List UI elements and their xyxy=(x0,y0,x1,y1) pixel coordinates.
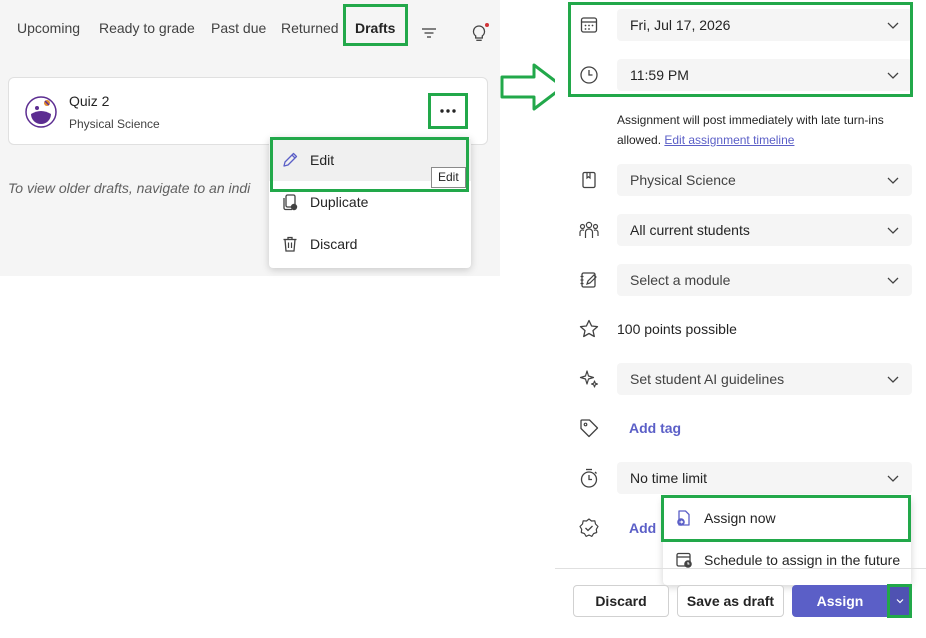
tab-upcoming[interactable]: Upcoming xyxy=(17,20,80,36)
lightbulb-icon xyxy=(472,23,489,41)
timer-icon xyxy=(577,466,601,490)
filter-button[interactable] xyxy=(418,22,440,44)
students-value: All current students xyxy=(630,222,750,238)
tag-icon xyxy=(577,416,601,440)
menu-item-schedule[interactable]: Schedule to assign in the future xyxy=(663,539,911,581)
schedule-label: Schedule to assign in the future xyxy=(704,552,901,568)
chevron-down-icon xyxy=(896,599,903,604)
draft-card-quiz-2[interactable]: Quiz 2 Physical Science xyxy=(8,77,488,145)
points-label[interactable]: 100 points possible xyxy=(617,321,737,337)
schedule-icon xyxy=(674,550,694,570)
due-date-picker[interactable]: Fri, Jul 17, 2026 xyxy=(617,9,912,41)
timeline-note: Assignment will post immediately with la… xyxy=(617,110,907,150)
chevron-down-icon xyxy=(887,227,899,234)
students-select[interactable]: All current students xyxy=(617,214,912,246)
calendar-icon xyxy=(577,13,601,37)
chevron-down-icon xyxy=(887,22,899,29)
menu-item-discard-label: Discard xyxy=(310,236,358,252)
duplicate-icon xyxy=(280,192,300,212)
save-as-draft-button[interactable]: Save as draft xyxy=(677,585,784,617)
people-icon xyxy=(577,218,601,242)
more-options-button[interactable] xyxy=(428,93,468,129)
menu-item-discard[interactable]: Discard xyxy=(269,223,471,265)
time-limit-value: No time limit xyxy=(630,470,708,486)
assign-button[interactable]: Assign xyxy=(792,585,888,617)
chevron-down-icon xyxy=(887,72,899,79)
time-limit-select[interactable]: No time limit xyxy=(617,462,912,494)
notebook-icon xyxy=(577,168,601,192)
chevron-down-icon xyxy=(887,277,899,284)
class-avatar xyxy=(25,96,57,128)
class-value: Physical Science xyxy=(630,172,736,188)
older-drafts-hint: To view older drafts, navigate to an ind… xyxy=(8,180,251,196)
assign-options-button[interactable] xyxy=(888,585,910,617)
menu-item-duplicate-label: Duplicate xyxy=(310,194,369,210)
edit-timeline-link[interactable]: Edit assignment timeline xyxy=(664,133,794,147)
tab-drafts[interactable]: Drafts xyxy=(355,20,395,36)
draft-class: Physical Science xyxy=(69,117,160,131)
star-icon xyxy=(577,317,601,341)
ideas-button[interactable] xyxy=(466,20,492,46)
more-horizontal-icon xyxy=(440,109,456,113)
badge-check-icon xyxy=(577,516,601,540)
chevron-down-icon xyxy=(887,475,899,482)
sparkle-icon xyxy=(577,367,601,391)
chevron-down-icon xyxy=(887,376,899,383)
ai-guidelines-value: Set student AI guidelines xyxy=(630,371,785,387)
module-icon xyxy=(577,268,601,292)
draft-context-menu: Edit Duplicate Discard xyxy=(269,137,471,268)
assign-now-icon xyxy=(674,508,694,528)
due-time-value: 11:59 PM xyxy=(630,67,689,83)
footer-divider xyxy=(555,568,926,569)
flask-avatar-icon xyxy=(25,96,57,128)
pencil-icon xyxy=(280,150,300,170)
class-select[interactable]: Physical Science xyxy=(617,164,912,196)
due-date-value: Fri, Jul 17, 2026 xyxy=(630,17,731,33)
filter-icon xyxy=(422,28,436,38)
add-rubric-button[interactable]: Add xyxy=(629,520,656,536)
tab-ready-to-grade[interactable]: Ready to grade xyxy=(99,20,195,36)
trash-icon xyxy=(280,234,300,254)
tab-past-due[interactable]: Past due xyxy=(211,20,266,36)
ai-guidelines-select[interactable]: Set student AI guidelines xyxy=(617,363,912,395)
assign-options-menu: Assign now Schedule to assign in the fut… xyxy=(663,497,911,585)
add-tag-button[interactable]: Add tag xyxy=(629,420,681,436)
edit-tooltip: Edit xyxy=(431,167,466,188)
assign-now-label: Assign now xyxy=(704,510,776,526)
module-select[interactable]: Select a module xyxy=(617,264,912,296)
menu-item-assign-now[interactable]: Assign now xyxy=(663,497,911,539)
module-placeholder: Select a module xyxy=(630,272,731,288)
due-time-picker[interactable]: 11:59 PM xyxy=(617,59,912,91)
discard-button[interactable]: Discard xyxy=(573,585,669,617)
menu-item-edit-label: Edit xyxy=(310,152,335,168)
draft-title: Quiz 2 xyxy=(69,93,110,109)
clock-icon xyxy=(577,63,601,87)
tab-returned[interactable]: Returned xyxy=(281,20,339,36)
chevron-down-icon xyxy=(887,177,899,184)
